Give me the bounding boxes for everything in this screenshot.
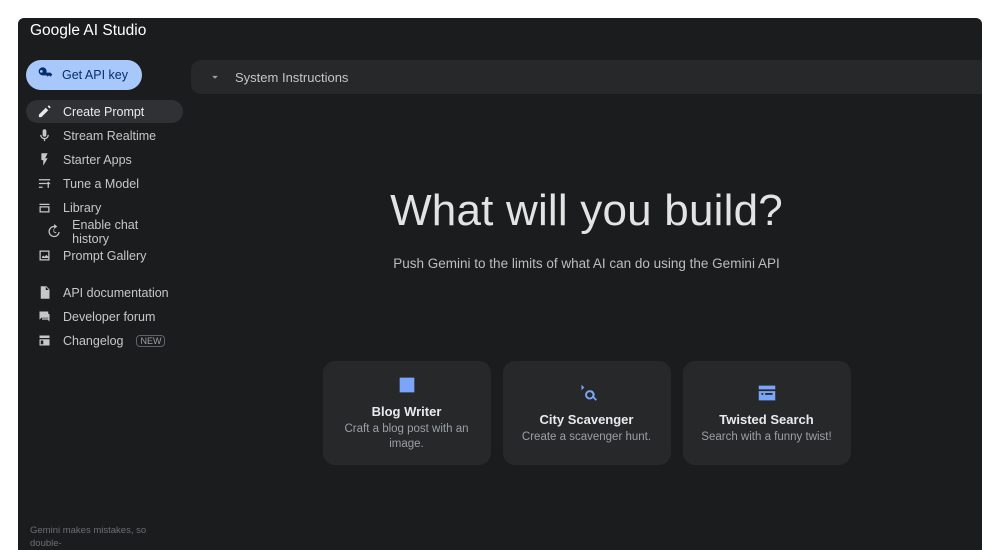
tune-icon xyxy=(36,176,52,191)
disclaimer-footnote: Gemini makes mistakes, so double- xyxy=(26,525,183,550)
nav-label: Enable chat history xyxy=(72,218,173,246)
nav-stream-realtime[interactable]: Stream Realtime xyxy=(26,124,183,147)
hero-subtitle: Push Gemini to the limits of what AI can… xyxy=(393,256,779,271)
nav-label: Changelog xyxy=(63,334,123,348)
nav-tune-model[interactable]: Tune a Model xyxy=(26,172,183,195)
sidebar: Get API key Create Prompt Stream Realtim… xyxy=(18,44,191,550)
library-icon xyxy=(36,200,52,215)
nav-label: Library xyxy=(63,201,101,215)
get-api-key-button[interactable]: Get API key xyxy=(26,60,142,90)
nav-label: API documentation xyxy=(63,286,169,300)
get-api-key-label: Get API key xyxy=(62,68,128,82)
starter-cards: Blog Writer Craft a blog post with an im… xyxy=(323,361,851,465)
blog-icon xyxy=(396,374,418,396)
card-desc: Create a scavenger hunt. xyxy=(522,430,651,445)
card-desc: Search with a funny twist! xyxy=(701,430,831,445)
new-badge: NEW xyxy=(136,335,165,347)
system-instructions-label: System Instructions xyxy=(235,70,348,85)
gallery-icon xyxy=(36,248,52,263)
nav-label: Prompt Gallery xyxy=(63,249,146,263)
secondary-nav: API documentation Developer forum Change… xyxy=(26,281,183,352)
app-body: Get API key Create Prompt Stream Realtim… xyxy=(18,44,982,550)
card-blog-writer[interactable]: Blog Writer Craft a blog post with an im… xyxy=(323,361,491,465)
history-icon xyxy=(46,224,61,239)
primary-nav: Create Prompt Stream Realtime Starter Ap… xyxy=(26,100,183,267)
app-title: Google AI Studio xyxy=(30,22,146,40)
forum-icon xyxy=(36,309,52,324)
nav-label: Developer forum xyxy=(63,310,155,324)
card-twisted-search[interactable]: Twisted Search Search with a funny twist… xyxy=(683,361,851,465)
browser-icon xyxy=(756,382,778,404)
nav-label: Create Prompt xyxy=(63,105,144,119)
main-content: System Instructions What will you build?… xyxy=(191,44,982,550)
nav-enable-chat-history[interactable]: Enable chat history xyxy=(26,220,183,243)
chevron-down-icon xyxy=(207,69,223,85)
card-title: Twisted Search xyxy=(719,412,813,427)
nav-library[interactable]: Library xyxy=(26,196,183,219)
card-title: Blog Writer xyxy=(372,404,442,419)
card-title: City Scavenger xyxy=(540,412,634,427)
microphone-icon xyxy=(36,128,52,143)
nav-prompt-gallery[interactable]: Prompt Gallery xyxy=(26,244,183,267)
nav-label: Starter Apps xyxy=(63,153,132,167)
nav-create-prompt[interactable]: Create Prompt xyxy=(26,100,183,123)
changelog-icon xyxy=(36,333,52,348)
nav-api-docs[interactable]: API documentation xyxy=(26,281,183,304)
card-city-scavenger[interactable]: City Scavenger Create a scavenger hunt. xyxy=(503,361,671,465)
hero: What will you build? Push Gemini to the … xyxy=(191,114,982,550)
bolt-icon xyxy=(36,152,52,167)
nav-starter-apps[interactable]: Starter Apps xyxy=(26,148,183,171)
hero-title: What will you build? xyxy=(390,186,783,236)
nav-label: Stream Realtime xyxy=(63,129,156,143)
nav-changelog[interactable]: Changelog NEW xyxy=(26,329,183,352)
card-desc: Craft a blog post with an image. xyxy=(333,422,481,452)
app-window: Google AI Studio Get API key Create Prom… xyxy=(18,18,982,550)
scavenger-icon xyxy=(576,382,598,404)
header-bar: Google AI Studio xyxy=(18,18,982,44)
nav-developer-forum[interactable]: Developer forum xyxy=(26,305,183,328)
nav-label: Tune a Model xyxy=(63,177,139,191)
document-icon xyxy=(36,285,52,300)
system-instructions-bar[interactable]: System Instructions xyxy=(191,60,982,94)
create-prompt-icon xyxy=(36,104,52,119)
key-icon xyxy=(38,66,54,85)
